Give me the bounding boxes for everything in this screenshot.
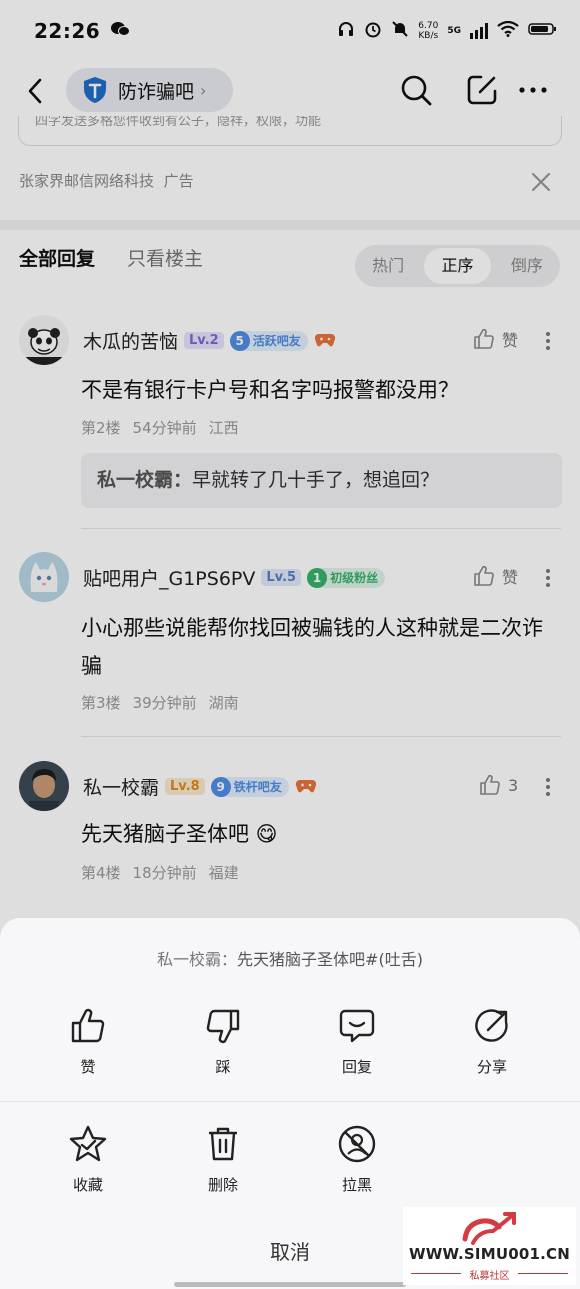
watermark-logo-icon [462,1212,516,1245]
action-favorite[interactable]: 收藏 [38,1124,138,1195]
action-block[interactable]: 拉黑 [307,1124,407,1195]
reply-bubble-icon [339,1009,375,1043]
watermark: WWW.SIMU001.CN 私募社区 [403,1207,576,1285]
home-indicator [174,1282,406,1287]
trash-icon [209,1127,237,1161]
star-check-icon [69,1125,107,1162]
action-delete[interactable]: 删除 [173,1124,273,1195]
action-reply[interactable]: 回复 [307,1006,407,1077]
block-user-icon [338,1125,376,1163]
action-share[interactable]: 分享 [442,1006,542,1077]
thumbs-down-icon [206,1009,240,1044]
share-icon [475,1009,508,1042]
thumbs-up-icon [71,1008,105,1043]
action-like[interactable]: 赞 [38,1006,138,1077]
watermark-sub: 私募社区 [469,1271,510,1282]
post-detail-page: 22:26 6.70 KB/s 5G 防诈骗吧 › 四字发送多格您件收到有公子，隐… [0,0,580,1289]
watermark-site: WWW.SIMU001.CN [409,1245,570,1263]
sheet-divider [0,1101,580,1102]
action-dislike[interactable]: 踩 [173,1006,273,1077]
watermark-rule [518,1273,568,1274]
quoted-comment: 私一校霸：先天猪脑子圣体吧#(吐舌) [157,950,423,969]
